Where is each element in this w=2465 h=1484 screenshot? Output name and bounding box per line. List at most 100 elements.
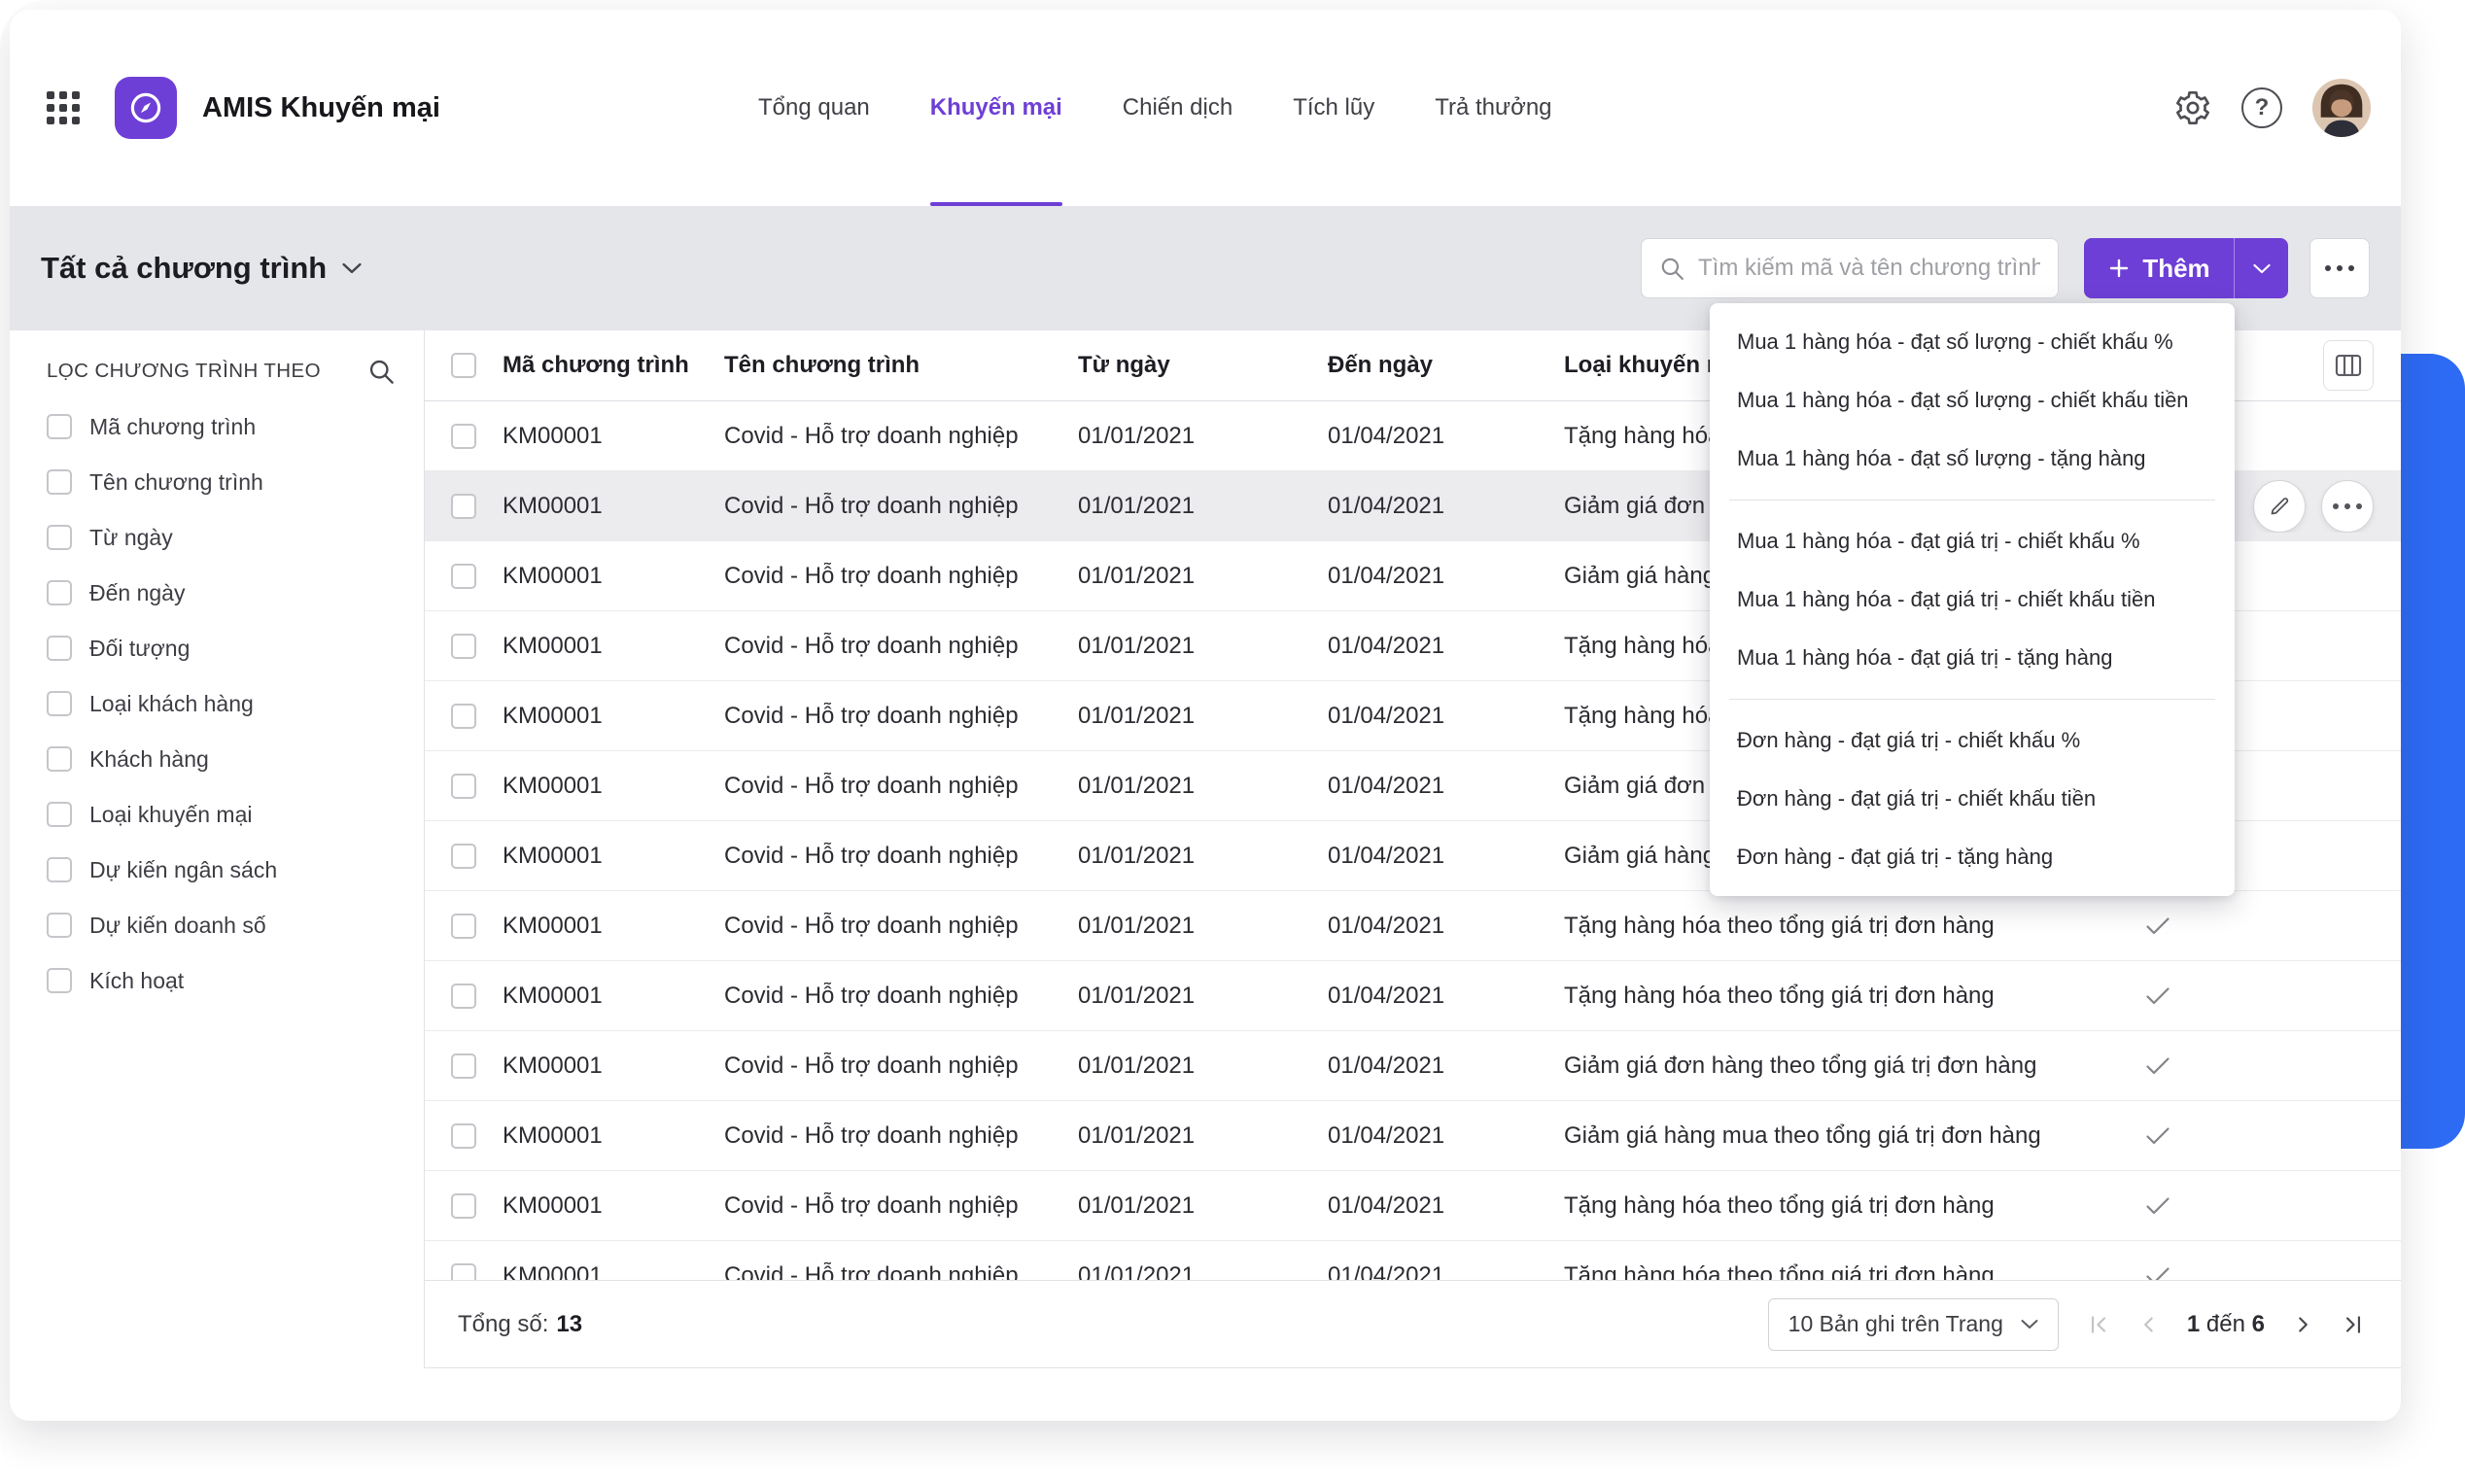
settings-button[interactable]	[2173, 88, 2212, 127]
cell-to-date: 01/04/2021	[1328, 1261, 1445, 1281]
row-checkbox[interactable]	[451, 423, 476, 449]
add-button-caret[interactable]	[2234, 238, 2288, 298]
row-checkbox[interactable]	[451, 773, 476, 799]
checkbox[interactable]	[47, 580, 72, 605]
filter-option[interactable]: Loại khách hàng	[47, 687, 395, 720]
table-row[interactable]: KM00001 Covid - Hỗ trợ doanh nghiệp 01/0…	[425, 891, 2401, 961]
filter-option[interactable]: Loại khuyến mại	[47, 798, 395, 831]
cell-to-date: 01/04/2021	[1328, 1052, 1445, 1079]
filter-option[interactable]: Đến ngày	[47, 576, 395, 609]
page-size-selector[interactable]: 10 Bản ghi trên Trang	[1767, 1297, 2059, 1351]
checkbox[interactable]	[47, 746, 72, 772]
row-checkbox[interactable]	[451, 1262, 476, 1280]
help-button[interactable]: ?	[2241, 87, 2282, 128]
table-row[interactable]: KM00001 Covid - Hỗ trợ doanh nghiệp 01/0…	[425, 1171, 2401, 1241]
nav-tab[interactable]: Tổng quan	[758, 10, 870, 206]
add-menu-item[interactable]: Đơn hàng - đạt giá trị - tặng hàng	[1710, 828, 2235, 886]
row-checkbox[interactable]	[451, 1122, 476, 1149]
cell-code: KM00001	[503, 562, 603, 589]
checkbox[interactable]	[47, 525, 72, 550]
filter-option[interactable]: Mã chương trình	[47, 410, 395, 443]
app-logo[interactable]	[115, 77, 177, 139]
checkbox[interactable]	[47, 802, 72, 827]
row-checkbox[interactable]	[451, 913, 476, 939]
row-checkbox[interactable]	[451, 1053, 476, 1079]
nav-tab[interactable]: Trả thưởng	[1435, 10, 1551, 206]
cell-name: Covid - Hỗ trợ doanh nghiệp	[724, 1052, 1019, 1079]
cell-promo-type: Tặng hàng hóa theo tổng giá trị đơn hàng	[1564, 1191, 1995, 1219]
nav-tab[interactable]: Chiến dịch	[1123, 10, 1232, 206]
checkbox[interactable]	[47, 968, 72, 993]
filter-search-icon[interactable]	[367, 358, 395, 385]
add-menu-item[interactable]: Mua 1 hàng hóa - đạt giá trị - tặng hàng	[1710, 629, 2235, 687]
cell-from-date: 01/01/2021	[1078, 842, 1196, 869]
add-button[interactable]: Thêm	[2084, 238, 2288, 298]
last-page-button[interactable]	[2341, 1312, 2366, 1337]
page-range: 1 đến 6	[2187, 1311, 2265, 1338]
user-avatar[interactable]	[2311, 78, 2372, 138]
check-icon	[2146, 1056, 2170, 1074]
add-menu-item[interactable]: Mua 1 hàng hóa - đạt số lượng - chiết kh…	[1710, 371, 2235, 430]
first-page-button[interactable]	[2086, 1312, 2111, 1337]
row-checkbox[interactable]	[451, 983, 476, 1009]
checkbox[interactable]	[47, 691, 72, 716]
add-menu-item[interactable]: Mua 1 hàng hóa - đạt giá trị - chiết khấ…	[1710, 570, 2235, 629]
filter-option-label: Dự kiến doanh số	[89, 912, 266, 938]
cell-promo-type: Tặng hàng hóa theo tổng giá trị đơn hàng	[1564, 982, 1995, 1009]
search-input[interactable]	[1698, 255, 2040, 282]
filter-list: Mã chương trình Tên chương trình Từ ngày	[47, 410, 395, 997]
filter-option[interactable]: Khách hàng	[47, 742, 395, 776]
row-checkbox[interactable]	[451, 493, 476, 519]
table-row[interactable]: KM00001 Covid - Hỗ trợ doanh nghiệp 01/0…	[425, 1101, 2401, 1171]
checkbox[interactable]	[47, 636, 72, 661]
table-columns-icon	[2335, 355, 2362, 376]
filter-option[interactable]: Kích hoạt	[47, 964, 395, 997]
checkbox[interactable]	[47, 414, 72, 439]
row-checkbox[interactable]	[451, 563, 476, 589]
checkbox[interactable]	[47, 913, 72, 938]
edit-row-button[interactable]	[2253, 479, 2306, 533]
checkbox[interactable]	[47, 469, 72, 495]
nav-tab[interactable]: Tích lũy	[1293, 10, 1374, 206]
nav-tab[interactable]: Khuyến mại	[929, 10, 1062, 206]
total-label: Tổng số:	[458, 1310, 549, 1337]
cell-name: Covid - Hỗ trợ doanh nghiệp	[724, 1191, 1019, 1219]
next-page-button[interactable]	[2290, 1312, 2315, 1337]
row-checkbox[interactable]	[451, 1192, 476, 1219]
add-menu-item[interactable]: Mua 1 hàng hóa - đạt giá trị - chiết khấ…	[1710, 512, 2235, 570]
row-checkbox[interactable]	[451, 703, 476, 729]
row-more-button[interactable]	[2321, 479, 2374, 533]
cell-name: Covid - Hỗ trợ doanh nghiệp	[724, 982, 1019, 1009]
row-checkbox[interactable]	[451, 633, 476, 659]
table-row[interactable]: KM00001 Covid - Hỗ trợ doanh nghiệp 01/0…	[425, 961, 2401, 1031]
cell-code: KM00001	[503, 1261, 603, 1281]
cell-code: KM00001	[503, 492, 603, 519]
add-menu-item[interactable]: Mua 1 hàng hóa - đạt số lượng - tặng hàn…	[1710, 430, 2235, 488]
filter-option[interactable]: Từ ngày	[47, 521, 395, 554]
checkbox[interactable]	[47, 857, 72, 882]
add-menu-item[interactable]: Đơn hàng - đạt giá trị - chiết khấu tiền	[1710, 770, 2235, 828]
cell-to-date: 01/04/2021	[1328, 772, 1445, 799]
app-launcher-icon[interactable]	[47, 91, 80, 124]
filter-option[interactable]: Dự kiến ngân sách	[47, 853, 395, 886]
add-button-label: Thêm	[2142, 253, 2210, 283]
cell-promo-type: Tặng hàng hóa theo tổng giá trị đơn hàng	[1564, 912, 1995, 939]
cell-promo-type: Tặng hàng hóa theo tổng giá trị đơn hàng	[1564, 1261, 1995, 1281]
app-title: AMIS Khuyến mại	[202, 91, 440, 123]
row-checkbox[interactable]	[451, 843, 476, 869]
table-footer: Tổng số: 13 10 Bản ghi trên Trang 1 đến …	[425, 1280, 2401, 1367]
filter-option[interactable]: Đối tượng	[47, 632, 395, 665]
filter-option[interactable]: Dự kiến doanh số	[47, 909, 395, 942]
table-row[interactable]: KM00001 Covid - Hỗ trợ doanh nghiệp 01/0…	[425, 1241, 2401, 1280]
add-button-main[interactable]: Thêm	[2084, 238, 2234, 298]
table-row[interactable]: KM00001 Covid - Hỗ trợ doanh nghiệp 01/0…	[425, 1031, 2401, 1101]
select-all-checkbox[interactable]	[451, 353, 476, 378]
add-menu-item[interactable]: Mua 1 hàng hóa - đạt số lượng - chiết kh…	[1710, 313, 2235, 371]
previous-page-button[interactable]	[2136, 1312, 2162, 1337]
filter-option[interactable]: Tên chương trình	[47, 466, 395, 499]
column-config-button[interactable]	[2323, 340, 2374, 391]
add-menu-item[interactable]: Đơn hàng - đạt giá trị - chiết khấu %	[1710, 711, 2235, 770]
more-actions-button[interactable]	[2309, 238, 2370, 298]
cell-code: KM00001	[503, 842, 603, 869]
view-selector[interactable]: Tất cả chương trình	[41, 251, 362, 286]
